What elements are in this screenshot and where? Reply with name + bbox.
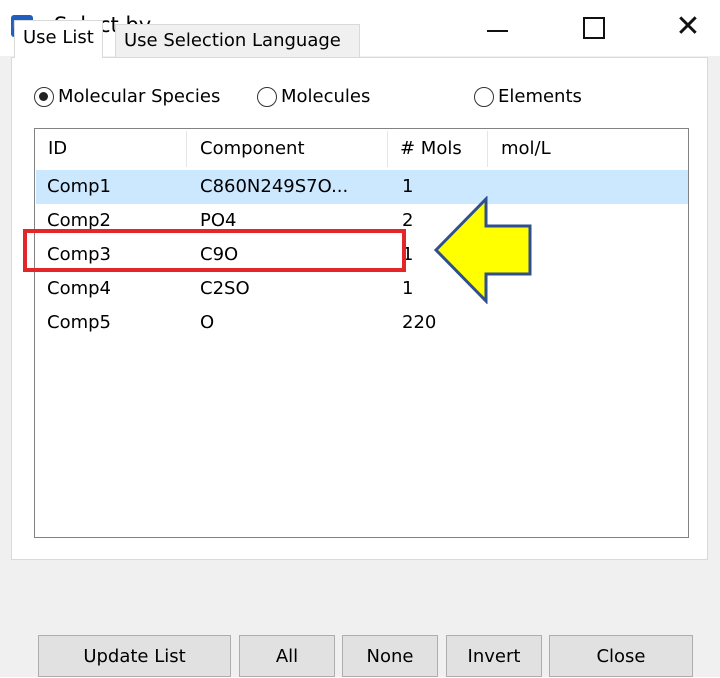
radio-molecules[interactable]: Molecules [257, 84, 370, 110]
cell-mols: 1 [402, 244, 414, 265]
close-icon: ✕ [675, 9, 701, 44]
cell-component: C860N249S7O... [200, 176, 349, 197]
cell-id: Comp4 [47, 278, 111, 299]
cell-component: PO4 [200, 210, 237, 231]
tab-use-selection-language[interactable]: Use Selection Language [115, 24, 360, 57]
tab-use-list[interactable]: Use List [14, 20, 103, 58]
close-button[interactable]: Close [549, 635, 693, 677]
minimize-button[interactable] [475, 8, 519, 46]
cell-id: Comp2 [47, 210, 111, 231]
cell-mols: 2 [402, 210, 414, 231]
table-row[interactable]: Comp4 C2SO 1 [36, 272, 688, 306]
radio-unselected-icon [474, 87, 494, 107]
cell-component: O [200, 312, 215, 333]
cell-mols: 1 [402, 176, 414, 197]
column-header-component[interactable]: Component [187, 129, 387, 169]
column-header-mol-per-l[interactable]: mol/L [488, 129, 688, 169]
radio-elements[interactable]: Elements [474, 84, 582, 110]
table-row[interactable]: Comp3 C9O 1 [36, 238, 688, 272]
close-window-button[interactable]: ✕ [666, 8, 710, 46]
maximize-button[interactable] [571, 8, 615, 46]
radio-molecular-species[interactable]: Molecular Species [34, 84, 220, 110]
radio-selected-icon [34, 87, 54, 107]
cell-mols: 1 [402, 278, 414, 299]
select-all-button[interactable]: All [239, 635, 335, 677]
component-list-table[interactable]: ID Component # Mols mol/L Comp1 C860N249… [34, 128, 689, 538]
cell-id: Comp1 [47, 176, 111, 197]
radio-label: Molecules [281, 86, 371, 107]
table-row[interactable]: Comp5 O 220 [36, 306, 688, 340]
title-bar: MM Select by ✕ [0, 0, 720, 56]
cell-id: Comp5 [47, 312, 111, 333]
table-row[interactable]: Comp2 PO4 2 [36, 204, 688, 238]
radio-unselected-icon [257, 87, 277, 107]
cell-mols: 220 [402, 312, 437, 333]
cell-component: C9O [200, 244, 239, 265]
cell-id: Comp3 [47, 244, 111, 265]
invert-selection-button[interactable]: Invert [446, 635, 542, 677]
table-row[interactable]: Comp1 C860N249S7O... 1 [36, 170, 688, 204]
radio-label: Molecular Species [58, 86, 221, 107]
update-list-button[interactable]: Update List [38, 635, 231, 677]
select-none-button[interactable]: None [342, 635, 438, 677]
table-header: ID Component # Mols mol/L [35, 129, 688, 169]
cell-component: C2SO [200, 278, 250, 299]
column-header-mols[interactable]: # Mols [388, 129, 488, 169]
radio-label: Elements [498, 86, 582, 107]
column-header-id[interactable]: ID [35, 129, 186, 169]
